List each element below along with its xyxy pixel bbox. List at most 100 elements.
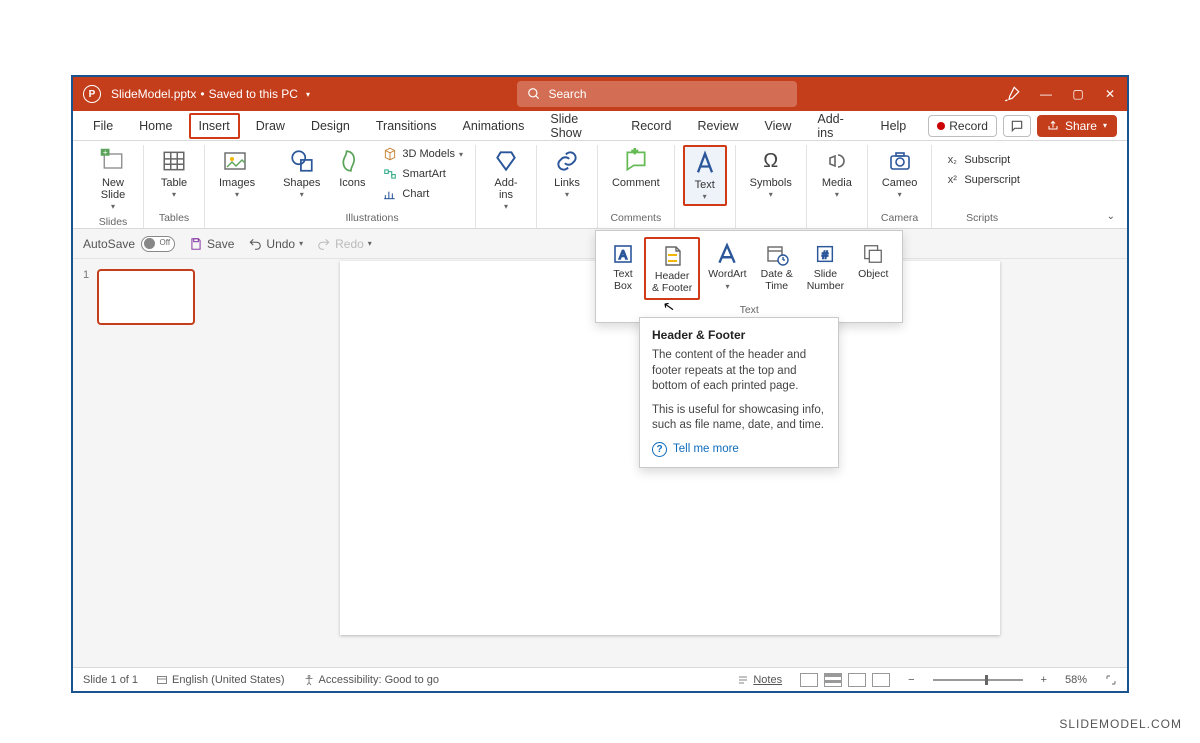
ribbon-tabs: File Home Insert Draw Design Transitions… [73, 111, 1127, 141]
datetime-icon [764, 241, 790, 267]
language-status[interactable]: English (United States) [156, 674, 285, 686]
links-button[interactable]: Links▾ [545, 145, 589, 202]
tab-addins[interactable]: Add-ins [807, 106, 864, 146]
images-button[interactable]: Images▾ [213, 145, 261, 202]
comments-toggle[interactable] [1003, 115, 1031, 137]
wordart-icon [714, 241, 740, 267]
tab-view[interactable]: View [755, 113, 802, 139]
tab-slideshow[interactable]: Slide Show [540, 106, 615, 146]
text-flyout: AText Box Header & Footer WordArt▾ Date … [595, 230, 903, 323]
normal-view-icon[interactable] [800, 673, 818, 687]
shapes-icon [288, 147, 316, 175]
chart-button[interactable]: Chart [378, 185, 467, 203]
table-button[interactable]: Table▾ [152, 145, 196, 202]
wordart-button[interactable]: WordArt▾ [702, 237, 752, 300]
search-icon [527, 87, 541, 101]
group-comments: Comments [610, 210, 661, 228]
record-button[interactable]: Record [928, 115, 997, 137]
redo-button[interactable]: Redo ▾ [317, 237, 372, 251]
tab-home[interactable]: Home [129, 113, 182, 139]
omega-icon: Ω [757, 147, 785, 175]
slideshow-view-icon[interactable] [872, 673, 890, 687]
icons-icon [338, 147, 366, 175]
smartart-icon [382, 166, 398, 182]
chart-icon [382, 186, 398, 202]
cameo-button[interactable]: Cameo▾ [876, 145, 923, 202]
media-icon [823, 147, 851, 175]
object-button[interactable]: Object [852, 237, 894, 300]
reading-view-icon[interactable] [848, 673, 866, 687]
tab-insert[interactable]: Insert [189, 113, 240, 139]
textbox-icon: A [610, 241, 636, 267]
camera-icon [886, 147, 914, 175]
thumbnail-number: 1 [83, 269, 89, 281]
symbols-button[interactable]: ΩSymbols▾ [744, 145, 798, 202]
subscript-button[interactable]: x₂Subscript [940, 151, 1024, 169]
save-status: Saved to this PC [209, 87, 298, 101]
new-slide-button[interactable]: + New Slide▾ [91, 145, 135, 214]
superscript-button[interactable]: x²Superscript [940, 171, 1024, 189]
fit-to-window[interactable] [1105, 674, 1117, 686]
tooltip-body-2: This is useful for showcasing info, such… [652, 403, 826, 434]
sorter-view-icon[interactable] [824, 673, 842, 687]
media-button[interactable]: Media▾ [815, 145, 859, 202]
shapes-button[interactable]: Shapes▾ [277, 145, 326, 202]
minimize-button[interactable]: — [1039, 87, 1053, 101]
share-button[interactable]: Share▾ [1037, 115, 1117, 137]
group-tables: Tables [159, 210, 189, 228]
mic-icon[interactable] [1003, 85, 1021, 103]
3d-models-button[interactable]: 3D Models ▾ [378, 145, 467, 163]
accessibility-status[interactable]: Accessibility: Good to go [303, 674, 439, 686]
title-text: SlideModel.pptx • Saved to this PC ▾ [111, 87, 310, 101]
tab-record[interactable]: Record [621, 113, 681, 139]
close-button[interactable]: ✕ [1103, 87, 1117, 101]
powerpoint-icon: P [83, 85, 101, 103]
link-icon [553, 147, 581, 175]
slide-thumbnail-1[interactable] [97, 269, 195, 325]
tooltip-body-1: The content of the header and footer rep… [652, 348, 826, 395]
tab-animations[interactable]: Animations [453, 113, 535, 139]
header-footer-icon [659, 243, 685, 269]
svg-text:+: + [631, 148, 637, 158]
comment-icon: + [622, 147, 650, 175]
tab-design[interactable]: Design [301, 113, 360, 139]
addins-button[interactable]: Add- ins▾ [484, 145, 528, 214]
slide-number-button[interactable]: #Slide Number [801, 237, 850, 300]
datetime-button[interactable]: Date & Time [755, 237, 799, 300]
search-input[interactable]: Search [517, 81, 797, 107]
tab-review[interactable]: Review [688, 113, 749, 139]
notes-button[interactable]: Notes [737, 674, 782, 686]
zoom-out[interactable]: − [908, 674, 914, 686]
smartart-button[interactable]: SmartArt [378, 165, 467, 183]
icons-button[interactable]: Icons [330, 145, 374, 191]
thumbnail-pane[interactable]: 1 [73, 259, 213, 667]
comment-button[interactable]: +Comment [606, 145, 666, 191]
save-button[interactable]: Save [189, 237, 234, 251]
slide-number-icon: # [812, 241, 838, 267]
tooltip-title: Header & Footer [652, 328, 826, 342]
tab-draw[interactable]: Draw [246, 113, 295, 139]
ribbon-collapse-chevron[interactable]: ⌄ [1107, 211, 1115, 222]
slide-counter[interactable]: Slide 1 of 1 [83, 674, 138, 686]
undo-button[interactable]: Undo ▾ [248, 237, 303, 251]
header-footer-button[interactable]: Header & Footer [644, 237, 700, 300]
tell-me-more-link[interactable]: ? Tell me more [652, 442, 826, 457]
tab-help[interactable]: Help [871, 113, 917, 139]
view-buttons[interactable] [800, 673, 890, 687]
zoom-level[interactable]: 58% [1065, 674, 1087, 686]
maximize-button[interactable]: ▢ [1071, 87, 1085, 101]
tab-transitions[interactable]: Transitions [366, 113, 447, 139]
images-icon [223, 147, 251, 175]
autosave-toggle[interactable]: AutoSave Off [83, 236, 175, 252]
status-bar: Slide 1 of 1 English (United States) Acc… [73, 667, 1127, 691]
zoom-slider[interactable] [933, 679, 1023, 681]
textbox-button[interactable]: AText Box [604, 237, 642, 300]
svg-text:+: + [103, 148, 108, 157]
watermark: SLIDEMODEL.COM [1059, 717, 1182, 731]
tab-file[interactable]: File [83, 113, 123, 139]
filename: SlideModel.pptx [111, 87, 196, 101]
text-button[interactable]: Text▾ [683, 145, 727, 206]
app-window: P SlideModel.pptx • Saved to this PC ▾ S… [71, 75, 1129, 693]
addins-icon [492, 147, 520, 175]
zoom-in[interactable]: + [1041, 674, 1047, 686]
